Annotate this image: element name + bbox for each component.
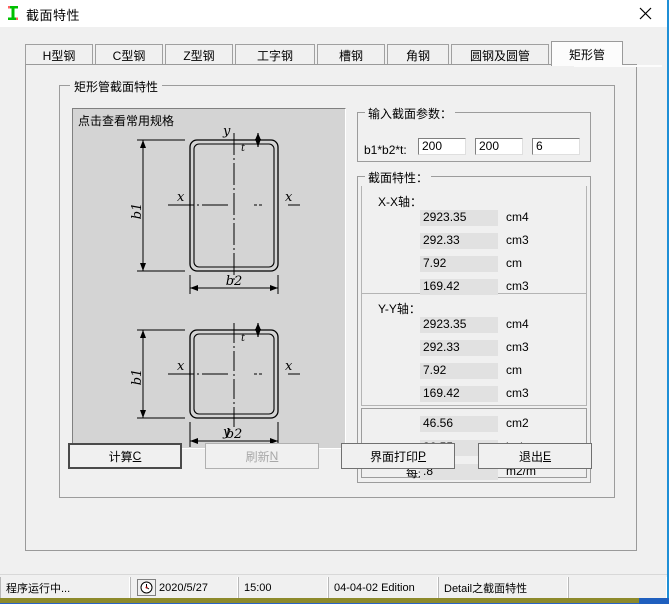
- input-t[interactable]: 6: [532, 138, 580, 155]
- input-parameters-group-title: 输入截面参数：: [365, 105, 456, 122]
- property-value: 7.92: [420, 363, 498, 379]
- i-beam-icon: [6, 5, 20, 21]
- property-value: 2923.35: [420, 317, 498, 333]
- exit-button-mnemonic: E: [543, 449, 552, 463]
- property-value: 7.92: [420, 256, 498, 272]
- close-icon: [639, 7, 651, 20]
- tab-4[interactable]: 工字钢: [235, 44, 315, 65]
- svg-text:b2: b2: [226, 274, 243, 289]
- summary-value: 46.56: [420, 416, 498, 432]
- exit-button[interactable]: 退出 E: [478, 443, 592, 469]
- print-button[interactable]: 界面打印 P: [341, 443, 455, 469]
- summary-unit: cm2: [506, 416, 529, 430]
- svg-text:y: y: [222, 124, 231, 139]
- svg-text:x: x: [177, 359, 185, 374]
- cross-section-drawing: x x y t b1 b2 x x y t b1 b2: [130, 124, 300, 447]
- property-row: Wx:292.33cm3: [420, 233, 590, 249]
- property-unit: cm3: [506, 386, 529, 400]
- property-row: ix:7.92cm: [420, 256, 590, 272]
- property-value: 169.42: [420, 386, 498, 402]
- status-cell-run-status: 程序运行中...: [0, 577, 130, 598]
- property-unit: cm3: [506, 233, 529, 247]
- property-unit: cm: [506, 256, 522, 270]
- tab-5[interactable]: 槽钢: [317, 44, 385, 65]
- property-row: iy:7.92cm: [420, 363, 590, 379]
- property-unit: cm3: [506, 279, 529, 293]
- window-title: 截面特性: [26, 8, 81, 23]
- yy-axis-label: Y-Y轴：: [378, 302, 421, 316]
- property-value: 2923.35: [420, 210, 498, 226]
- property-row: Iy:2923.35cm4: [420, 317, 590, 333]
- tab-8[interactable]: 矩形管: [551, 41, 623, 66]
- property-value: 292.33: [420, 340, 498, 356]
- section-properties-window: 截面特性 H型钢 C型钢 Z型钢 工字钢 槽钢 角钢 圆钢及圆管 矩形管 矩形管截面特性 点击…: [0, 0, 669, 604]
- property-row: Sy:169.42cm3: [420, 386, 590, 402]
- clock-icon[interactable]: [137, 579, 156, 596]
- refresh-button: 刷新 N: [205, 443, 319, 469]
- status-cell-spare: [568, 577, 667, 598]
- property-unit: cm4: [506, 210, 529, 224]
- svg-text:x: x: [177, 190, 185, 205]
- print-button-label: 界面打印: [369, 449, 418, 464]
- results-group-title: 截面特性：: [365, 169, 432, 186]
- title-bar: 截面特性: [0, 0, 667, 27]
- input-b1[interactable]: 200: [418, 138, 466, 155]
- taskbar-window-strip: [0, 598, 639, 603]
- summary-row: 截面面积：46.56cm2: [420, 416, 590, 432]
- calculate-button-mnemonic: C: [132, 449, 142, 463]
- print-button-mnemonic: P: [418, 449, 427, 463]
- refresh-button-mnemonic: N: [269, 449, 279, 463]
- refresh-button-label: 刷新: [245, 449, 270, 464]
- status-bar: 程序运行中... 2020/5/27 15:00 04-04-02 Edition De…: [0, 574, 667, 598]
- close-button[interactable]: [623, 0, 667, 27]
- tab-1[interactable]: H型钢: [25, 44, 93, 65]
- active-tab-joint: [574, 65, 662, 67]
- property-unit: cm4: [506, 317, 529, 331]
- svg-text:x: x: [285, 359, 293, 374]
- property-value: 169.42: [420, 279, 498, 295]
- property-value: 292.33: [420, 233, 498, 249]
- status-cell-edition: 04-04-02 Edition: [328, 577, 438, 598]
- property-unit: cm3: [506, 340, 529, 354]
- calculate-button[interactable]: 计算 C: [68, 443, 182, 469]
- svg-text:b1: b1: [130, 369, 145, 386]
- property-row: Wy:292.33cm3: [420, 340, 590, 356]
- input-b2[interactable]: 200: [475, 138, 523, 155]
- taskbar-tray-strip: [639, 598, 669, 604]
- dimension-formula-label: b1*b2*t:: [364, 143, 407, 157]
- tab-6[interactable]: 角钢: [387, 44, 449, 65]
- svg-text:b2: b2: [226, 427, 243, 442]
- exit-button-label: 退出: [518, 449, 543, 464]
- svg-text:t: t: [241, 143, 246, 154]
- svg-text:x: x: [285, 190, 293, 205]
- status-cell-time: 15:00: [238, 577, 328, 598]
- xx-axis-label: X-X轴：: [378, 195, 423, 209]
- tab-7[interactable]: 圆钢及圆管: [451, 44, 549, 65]
- property-row: Sx:169.42cm3: [420, 279, 590, 295]
- property-row: Ix:2923.35cm4: [420, 210, 590, 226]
- tab-3[interactable]: Z型钢: [165, 44, 233, 65]
- tab-strip: H型钢 C型钢 Z型钢 工字钢 槽钢 角钢 圆钢及圆管 矩形管: [25, 41, 637, 66]
- calculate-button-label: 计算: [108, 449, 133, 464]
- status-cell-module: Detail之截面特性: [438, 577, 568, 598]
- section-properties-group-title: 矩形管截面特性: [70, 78, 163, 95]
- cross-section-diagram-panel[interactable]: 点击查看常用规格 x x y t b1 b2 x x y t b1 b2: [72, 108, 346, 449]
- svg-text:b1: b1: [130, 203, 145, 220]
- svg-text:t: t: [241, 333, 246, 344]
- property-unit: cm: [506, 363, 522, 377]
- tab-2[interactable]: C型钢: [95, 44, 163, 65]
